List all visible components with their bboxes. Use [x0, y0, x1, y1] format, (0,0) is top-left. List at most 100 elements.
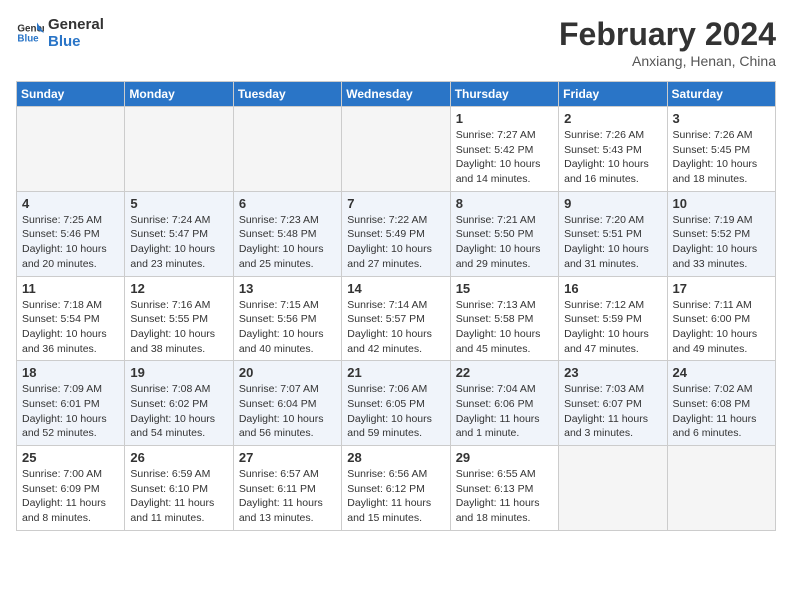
day-number: 5	[130, 196, 227, 211]
calendar-cell: 24Sunrise: 7:02 AM Sunset: 6:08 PM Dayli…	[667, 361, 775, 446]
calendar-cell: 5 Sunrise: 7:24 AM Sunset: 5:47 PM Daylig…	[125, 191, 233, 276]
calendar-cell: 28 Sunrise: 6:56 AM Sunset: 6:12 PM Dayli…	[342, 446, 450, 531]
day-info: Sunrise: 7:09 AM Sunset: 6:01 PM Dayligh…	[22, 382, 119, 441]
calendar-week-row: 25 Sunrise: 7:00 AM Sunset: 6:09 PM Dayli…	[17, 446, 776, 531]
logo: General Blue General Blue	[16, 16, 104, 50]
weekday-header-row: SundayMondayTuesdayWednesdayThursdayFrid…	[17, 82, 776, 107]
calendar-week-row: 18 Sunrise: 7:09 AM Sunset: 6:01 PM Dayli…	[17, 361, 776, 446]
day-info: Sunrise: 7:26 AM Sunset: 5:45 PM Dayligh…	[673, 128, 770, 187]
calendar-cell: 10 Sunrise: 7:19 AM Sunset: 5:52 PM Dayli…	[667, 191, 775, 276]
day-info: Sunrise: 7:12 AM Sunset: 5:59 PM Dayligh…	[564, 298, 661, 357]
day-number: 4	[22, 196, 119, 211]
calendar-cell: 26 Sunrise: 6:59 AM Sunset: 6:10 PM Dayli…	[125, 446, 233, 531]
day-number: 13	[239, 281, 336, 296]
logo-line2: Blue	[48, 33, 104, 50]
day-number: 22	[456, 365, 553, 380]
day-info: Sunrise: 6:56 AM Sunset: 6:12 PM Dayligh…	[347, 467, 444, 526]
day-info: Sunrise: 7:23 AM Sunset: 5:48 PM Dayligh…	[239, 213, 336, 272]
calendar-cell: 1 Sunrise: 7:27 AM Sunset: 5:42 PM Daylig…	[450, 107, 558, 192]
day-number: 27	[239, 450, 336, 465]
calendar-cell: 12 Sunrise: 7:16 AM Sunset: 5:55 PM Dayli…	[125, 276, 233, 361]
day-info: Sunrise: 7:00 AM Sunset: 6:09 PM Dayligh…	[22, 467, 119, 526]
day-info: Sunrise: 7:03 AM Sunset: 6:07 PM Dayligh…	[564, 382, 661, 441]
day-number: 10	[673, 196, 770, 211]
weekday-header-tuesday: Tuesday	[233, 82, 341, 107]
calendar-cell: 19Sunrise: 7:08 AM Sunset: 6:02 PM Dayli…	[125, 361, 233, 446]
day-info: Sunrise: 7:14 AM Sunset: 5:57 PM Dayligh…	[347, 298, 444, 357]
calendar-cell: 8 Sunrise: 7:21 AM Sunset: 5:50 PM Daylig…	[450, 191, 558, 276]
calendar-cell: 14 Sunrise: 7:14 AM Sunset: 5:57 PM Dayli…	[342, 276, 450, 361]
day-info: Sunrise: 7:16 AM Sunset: 5:55 PM Dayligh…	[130, 298, 227, 357]
day-number: 7	[347, 196, 444, 211]
day-info: Sunrise: 7:25 AM Sunset: 5:46 PM Dayligh…	[22, 213, 119, 272]
calendar-cell: 22 Sunrise: 7:04 AM Sunset: 6:06 PM Dayli…	[450, 361, 558, 446]
day-info: Sunrise: 7:18 AM Sunset: 5:54 PM Dayligh…	[22, 298, 119, 357]
weekday-header-sunday: Sunday	[17, 82, 125, 107]
day-info: Sunrise: 7:15 AM Sunset: 5:56 PM Dayligh…	[239, 298, 336, 357]
calendar-cell: 25 Sunrise: 7:00 AM Sunset: 6:09 PM Dayli…	[17, 446, 125, 531]
logo-line1: General	[48, 16, 104, 33]
day-info: Sunrise: 7:08 AM Sunset: 6:02 PM Dayligh…	[130, 382, 227, 441]
weekday-header-wednesday: Wednesday	[342, 82, 450, 107]
calendar-cell: 16 Sunrise: 7:12 AM Sunset: 5:59 PM Dayli…	[559, 276, 667, 361]
calendar-cell: 7 Sunrise: 7:22 AM Sunset: 5:49 PM Daylig…	[342, 191, 450, 276]
calendar-cell: 9 Sunrise: 7:20 AM Sunset: 5:51 PM Daylig…	[559, 191, 667, 276]
calendar-cell: 4 Sunrise: 7:25 AM Sunset: 5:46 PM Daylig…	[17, 191, 125, 276]
day-info: Sunrise: 7:22 AM Sunset: 5:49 PM Dayligh…	[347, 213, 444, 272]
day-number: 29	[456, 450, 553, 465]
day-info: Sunrise: 6:57 AM Sunset: 6:11 PM Dayligh…	[239, 467, 336, 526]
day-info: Sunrise: 6:59 AM Sunset: 6:10 PM Dayligh…	[130, 467, 227, 526]
calendar-cell: 18 Sunrise: 7:09 AM Sunset: 6:01 PM Dayli…	[17, 361, 125, 446]
day-number: 14	[347, 281, 444, 296]
day-number: 2	[564, 111, 661, 126]
calendar-cell	[17, 107, 125, 192]
calendar-cell: 23Sunrise: 7:03 AM Sunset: 6:07 PM Dayli…	[559, 361, 667, 446]
day-info: Sunrise: 7:13 AM Sunset: 5:58 PM Dayligh…	[456, 298, 553, 357]
day-number: 15	[456, 281, 553, 296]
day-number: 1	[456, 111, 553, 126]
calendar-week-row: 11 Sunrise: 7:18 AM Sunset: 5:54 PM Dayli…	[17, 276, 776, 361]
day-number: 20	[239, 365, 336, 380]
calendar-table: SundayMondayTuesdayWednesdayThursdayFrid…	[16, 81, 776, 531]
svg-text:Blue: Blue	[17, 33, 39, 44]
day-number: 18	[22, 365, 119, 380]
day-number: 8	[456, 196, 553, 211]
day-info: Sunrise: 7:21 AM Sunset: 5:50 PM Dayligh…	[456, 213, 553, 272]
title-area: February 2024 Anxiang, Henan, China	[559, 16, 776, 69]
day-info: Sunrise: 7:24 AM Sunset: 5:47 PM Dayligh…	[130, 213, 227, 272]
day-info: Sunrise: 7:19 AM Sunset: 5:52 PM Dayligh…	[673, 213, 770, 272]
day-info: Sunrise: 6:55 AM Sunset: 6:13 PM Dayligh…	[456, 467, 553, 526]
calendar-cell	[667, 446, 775, 531]
calendar-week-row: 4 Sunrise: 7:25 AM Sunset: 5:46 PM Daylig…	[17, 191, 776, 276]
calendar-cell	[125, 107, 233, 192]
day-info: Sunrise: 7:07 AM Sunset: 6:04 PM Dayligh…	[239, 382, 336, 441]
subtitle: Anxiang, Henan, China	[559, 53, 776, 69]
weekday-header-friday: Friday	[559, 82, 667, 107]
day-info: Sunrise: 7:04 AM Sunset: 6:06 PM Dayligh…	[456, 382, 553, 441]
day-number: 12	[130, 281, 227, 296]
day-number: 25	[22, 450, 119, 465]
day-number: 3	[673, 111, 770, 126]
logo-icon: General Blue	[16, 19, 44, 47]
day-info: Sunrise: 7:11 AM Sunset: 6:00 PM Dayligh…	[673, 298, 770, 357]
day-number: 28	[347, 450, 444, 465]
calendar-cell: 27 Sunrise: 6:57 AM Sunset: 6:11 PM Dayli…	[233, 446, 341, 531]
day-number: 16	[564, 281, 661, 296]
day-number: 26	[130, 450, 227, 465]
header: General Blue General Blue February 2024 …	[16, 16, 776, 69]
calendar-cell: 20 Sunrise: 7:07 AM Sunset: 6:04 PM Dayli…	[233, 361, 341, 446]
day-info: Sunrise: 7:27 AM Sunset: 5:42 PM Dayligh…	[456, 128, 553, 187]
day-number: 11	[22, 281, 119, 296]
month-title: February 2024	[559, 16, 776, 53]
day-number: 9	[564, 196, 661, 211]
day-info: Sunrise: 7:26 AM Sunset: 5:43 PM Dayligh…	[564, 128, 661, 187]
calendar-cell: 13 Sunrise: 7:15 AM Sunset: 5:56 PM Dayli…	[233, 276, 341, 361]
calendar-cell: 21Sunrise: 7:06 AM Sunset: 6:05 PM Dayli…	[342, 361, 450, 446]
day-info: Sunrise: 7:20 AM Sunset: 5:51 PM Dayligh…	[564, 213, 661, 272]
weekday-header-monday: Monday	[125, 82, 233, 107]
day-info: Sunrise: 7:02 AM Sunset: 6:08 PM Dayligh…	[673, 382, 770, 441]
day-number: 21	[347, 365, 444, 380]
weekday-header-saturday: Saturday	[667, 82, 775, 107]
calendar-cell	[233, 107, 341, 192]
weekday-header-thursday: Thursday	[450, 82, 558, 107]
